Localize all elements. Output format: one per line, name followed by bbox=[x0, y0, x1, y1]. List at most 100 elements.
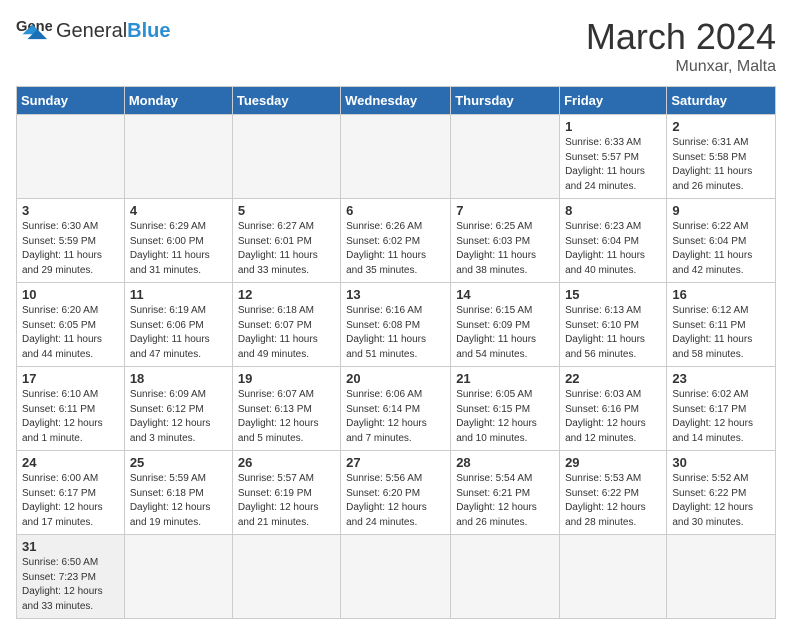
day-info: Sunrise: 6:19 AM Sunset: 6:06 PM Dayligh… bbox=[130, 304, 227, 362]
day-info: Sunrise: 6:27 AM Sunset: 6:01 PM Dayligh… bbox=[238, 220, 335, 278]
day-number: 12 bbox=[238, 287, 335, 302]
day-info: Sunrise: 6:05 AM Sunset: 6:15 PM Dayligh… bbox=[456, 388, 554, 446]
day-info: Sunrise: 6:06 AM Sunset: 6:14 PM Dayligh… bbox=[346, 388, 445, 446]
day-number: 16 bbox=[672, 287, 770, 302]
calendar-cell: 6 Sunrise: 6:26 AM Sunset: 6:02 PM Daylig… bbox=[341, 199, 451, 283]
day-info: Sunrise: 6:02 AM Sunset: 6:17 PM Dayligh… bbox=[672, 388, 770, 446]
day-number: 1 bbox=[565, 119, 661, 134]
calendar-cell: 7Sunrise: 6:25 AM Sunset: 6:03 PM Daylig… bbox=[451, 199, 560, 283]
day-info: Sunrise: 6:16 AM Sunset: 6:08 PM Dayligh… bbox=[346, 304, 445, 362]
day-number: 24 bbox=[22, 455, 119, 470]
calendar-cell: 19Sunrise: 6:07 AM Sunset: 6:13 PM Dayli… bbox=[232, 367, 340, 451]
logo-blue-text: Blue bbox=[127, 20, 170, 42]
calendar-cell: 13Sunrise: 6:16 AM Sunset: 6:08 PM Dayli… bbox=[341, 283, 451, 367]
day-number: 28 bbox=[456, 455, 554, 470]
calendar-cell bbox=[451, 115, 560, 199]
day-info: Sunrise: 6:13 AM Sunset: 6:10 PM Dayligh… bbox=[565, 304, 661, 362]
day-info: Sunrise: 6:03 AM Sunset: 6:16 PM Dayligh… bbox=[565, 388, 661, 446]
day-number: 30 bbox=[672, 455, 770, 470]
day-number: 6 bbox=[346, 203, 445, 218]
calendar-cell: 5 Sunrise: 6:27 AM Sunset: 6:01 PM Daylig… bbox=[232, 199, 340, 283]
calendar-cell: 11 Sunrise: 6:19 AM Sunset: 6:06 PM Dayli… bbox=[124, 283, 232, 367]
day-number: 10 bbox=[22, 287, 119, 302]
calendar-cell: 14 Sunrise: 6:15 AM Sunset: 6:09 PM Dayli… bbox=[451, 283, 560, 367]
calendar-week-row: 10Sunrise: 6:20 AM Sunset: 6:05 PM Dayli… bbox=[17, 283, 776, 367]
day-info: Sunrise: 6:26 AM Sunset: 6:02 PM Dayligh… bbox=[346, 220, 445, 278]
calendar-week-row: 17Sunrise: 6:10 AM Sunset: 6:11 PM Dayli… bbox=[17, 367, 776, 451]
calendar-cell: 23Sunrise: 6:02 AM Sunset: 6:17 PM Dayli… bbox=[667, 367, 776, 451]
calendar-cell: 18 Sunrise: 6:09 AM Sunset: 6:12 PM Dayli… bbox=[124, 367, 232, 451]
day-number: 15 bbox=[565, 287, 661, 302]
calendar-cell bbox=[341, 535, 451, 619]
calendar-cell: 8Sunrise: 6:23 AM Sunset: 6:04 PM Daylig… bbox=[560, 199, 667, 283]
calendar-cell: 25Sunrise: 5:59 AM Sunset: 6:18 PM Dayli… bbox=[124, 451, 232, 535]
day-info: Sunrise: 5:56 AM Sunset: 6:20 PM Dayligh… bbox=[346, 472, 445, 530]
day-number: 14 bbox=[456, 287, 554, 302]
day-info: Sunrise: 5:52 AM Sunset: 6:22 PM Dayligh… bbox=[672, 472, 770, 530]
calendar-cell bbox=[451, 535, 560, 619]
day-number: 29 bbox=[565, 455, 661, 470]
day-info: Sunrise: 5:57 AM Sunset: 6:19 PM Dayligh… bbox=[238, 472, 335, 530]
day-number: 4 bbox=[130, 203, 227, 218]
calendar-cell bbox=[124, 115, 232, 199]
calendar-cell bbox=[560, 535, 667, 619]
day-info: Sunrise: 5:54 AM Sunset: 6:21 PM Dayligh… bbox=[456, 472, 554, 530]
month-year-title: March 2024 bbox=[586, 16, 776, 58]
general-blue-logo-icon: General bbox=[16, 16, 52, 46]
day-info: Sunrise: 6:18 AM Sunset: 6:07 PM Dayligh… bbox=[238, 304, 335, 362]
column-header-monday: Monday bbox=[124, 87, 232, 115]
calendar-week-row: 24Sunrise: 6:00 AM Sunset: 6:17 PM Dayli… bbox=[17, 451, 776, 535]
day-info: Sunrise: 6:50 AM Sunset: 7:23 PM Dayligh… bbox=[22, 556, 119, 614]
day-number: 11 bbox=[130, 287, 227, 302]
calendar-cell: 30 Sunrise: 5:52 AM Sunset: 6:22 PM Dayli… bbox=[667, 451, 776, 535]
day-number: 7 bbox=[456, 203, 554, 218]
day-info: Sunrise: 6:09 AM Sunset: 6:12 PM Dayligh… bbox=[130, 388, 227, 446]
calendar-cell: 21 Sunrise: 6:05 AM Sunset: 6:15 PM Dayli… bbox=[451, 367, 560, 451]
day-info: Sunrise: 6:22 AM Sunset: 6:04 PM Dayligh… bbox=[672, 220, 770, 278]
day-number: 9 bbox=[672, 203, 770, 218]
day-info: Sunrise: 5:53 AM Sunset: 6:22 PM Dayligh… bbox=[565, 472, 661, 530]
day-info: Sunrise: 6:30 AM Sunset: 5:59 PM Dayligh… bbox=[22, 220, 119, 278]
calendar-cell: 29 Sunrise: 5:53 AM Sunset: 6:22 PM Dayli… bbox=[560, 451, 667, 535]
column-header-saturday: Saturday bbox=[667, 87, 776, 115]
calendar-cell: 4Sunrise: 6:29 AM Sunset: 6:00 PM Daylig… bbox=[124, 199, 232, 283]
column-header-thursday: Thursday bbox=[451, 87, 560, 115]
day-number: 21 bbox=[456, 371, 554, 386]
calendar-cell: 26 Sunrise: 5:57 AM Sunset: 6:19 PM Dayli… bbox=[232, 451, 340, 535]
calendar-cell: 9 Sunrise: 6:22 AM Sunset: 6:04 PM Daylig… bbox=[667, 199, 776, 283]
day-number: 22 bbox=[565, 371, 661, 386]
day-info: Sunrise: 5:59 AM Sunset: 6:18 PM Dayligh… bbox=[130, 472, 227, 530]
calendar-cell: 10Sunrise: 6:20 AM Sunset: 6:05 PM Dayli… bbox=[17, 283, 125, 367]
calendar-header-row: SundayMondayTuesdayWednesdayThursdayFrid… bbox=[17, 87, 776, 115]
calendar-cell: 22 Sunrise: 6:03 AM Sunset: 6:16 PM Dayli… bbox=[560, 367, 667, 451]
day-number: 19 bbox=[238, 371, 335, 386]
day-number: 17 bbox=[22, 371, 119, 386]
day-number: 26 bbox=[238, 455, 335, 470]
calendar-cell: 12 Sunrise: 6:18 AM Sunset: 6:07 PM Dayli… bbox=[232, 283, 340, 367]
calendar-cell: 1 Sunrise: 6:33 AM Sunset: 5:57 PM Daylig… bbox=[560, 115, 667, 199]
day-number: 18 bbox=[130, 371, 227, 386]
calendar-cell: 24Sunrise: 6:00 AM Sunset: 6:17 PM Dayli… bbox=[17, 451, 125, 535]
calendar-cell: 17Sunrise: 6:10 AM Sunset: 6:11 PM Dayli… bbox=[17, 367, 125, 451]
column-header-wednesday: Wednesday bbox=[341, 87, 451, 115]
day-number: 5 bbox=[238, 203, 335, 218]
title-area: March 2024 Munxar, Malta bbox=[586, 16, 776, 76]
calendar-cell bbox=[124, 535, 232, 619]
calendar-cell: 31 Sunrise: 6:50 AM Sunset: 7:23 PM Dayli… bbox=[17, 535, 125, 619]
calendar-cell: 20 Sunrise: 6:06 AM Sunset: 6:14 PM Dayli… bbox=[341, 367, 451, 451]
calendar-cell: 27Sunrise: 5:56 AM Sunset: 6:20 PM Dayli… bbox=[341, 451, 451, 535]
day-number: 3 bbox=[22, 203, 119, 218]
logo-general-text: General bbox=[56, 20, 127, 42]
calendar-week-row: 3 Sunrise: 6:30 AM Sunset: 5:59 PM Daylig… bbox=[17, 199, 776, 283]
day-number: 20 bbox=[346, 371, 445, 386]
day-info: Sunrise: 6:23 AM Sunset: 6:04 PM Dayligh… bbox=[565, 220, 661, 278]
day-number: 31 bbox=[22, 539, 119, 554]
day-number: 2 bbox=[672, 119, 770, 134]
calendar-table: SundayMondayTuesdayWednesdayThursdayFrid… bbox=[16, 86, 776, 619]
day-info: Sunrise: 6:33 AM Sunset: 5:57 PM Dayligh… bbox=[565, 136, 661, 194]
day-info: Sunrise: 6:15 AM Sunset: 6:09 PM Dayligh… bbox=[456, 304, 554, 362]
calendar-cell: 28 Sunrise: 5:54 AM Sunset: 6:21 PM Dayli… bbox=[451, 451, 560, 535]
column-header-sunday: Sunday bbox=[17, 87, 125, 115]
column-header-friday: Friday bbox=[560, 87, 667, 115]
header: General GeneralBlue March 2024 Munxar, M… bbox=[16, 16, 776, 76]
